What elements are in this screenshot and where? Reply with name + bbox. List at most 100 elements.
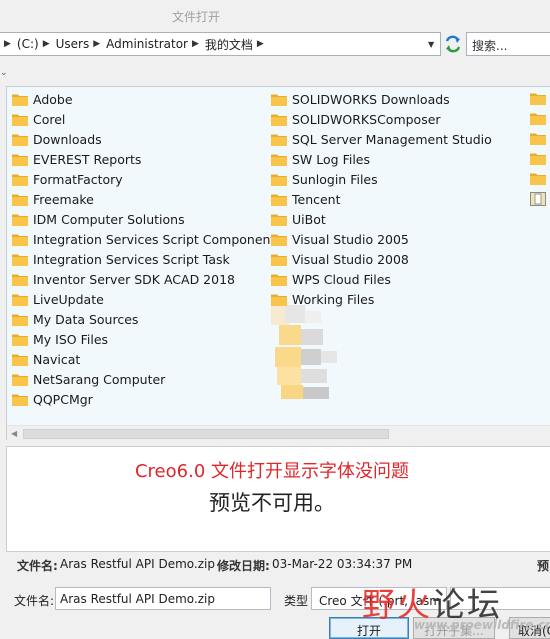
folder-label: Visual Studio 2005	[292, 231, 409, 247]
folder-item[interactable]: SW Log Files	[271, 149, 370, 169]
title-bar: 文件打开	[0, 0, 550, 30]
details-extra: 预	[537, 559, 550, 573]
folder-item[interactable]: Corel	[12, 109, 65, 129]
address-row: ▶ (C:) ▶ Users ▶ Administrator ▶ 我的文档 ▶ …	[0, 32, 550, 56]
folder-item[interactable]: Inventor Server SDK ACAD 2018	[12, 269, 235, 289]
scrollbar-thumb[interactable]	[23, 429, 389, 439]
folder-label: Integration Services Script Component	[33, 231, 276, 247]
folder-icon	[12, 293, 28, 306]
refresh-icon[interactable]	[444, 34, 462, 54]
folder-item[interactable]: NetSarang Computer	[12, 369, 165, 389]
folder-label: SQL Server Management Studio	[292, 131, 492, 147]
folder-item[interactable]: Working Files	[271, 289, 374, 309]
folder-icon	[271, 133, 287, 146]
preview-pane: Creo6.0 文件打开显示字体没问题 预览不可用。	[6, 446, 550, 552]
folder-icon	[12, 313, 28, 326]
file-details: 文件名: Aras Restful API Demo.zip 修改日期: 03-…	[0, 556, 550, 574]
folder-item[interactable]: SQL Server Management Studio	[271, 129, 492, 149]
folder-item[interactable]: FormatFactory	[12, 169, 123, 189]
folder-label: SW Log Files	[292, 151, 370, 167]
folder-item[interactable]: Integration Services Script Task	[12, 249, 230, 269]
folder-icon	[12, 193, 28, 206]
folder-label: SOLIDWORKSComposer	[292, 111, 441, 127]
file-list-items: Adobe Corel Downloads EVEREST Reports Format…	[7, 87, 550, 425]
folder-icon	[271, 213, 287, 226]
blurred-region	[271, 303, 341, 403]
scroll-left-icon[interactable]: ◀	[11, 429, 17, 438]
folder-item[interactable]: Tencent	[271, 189, 341, 209]
folder-item[interactable]: Visual Studio 2008	[271, 249, 409, 269]
folder-icon	[12, 233, 28, 246]
folder-item[interactable]: My Data Sources	[12, 309, 138, 329]
folder-icon[interactable]	[530, 132, 546, 148]
folder-label: SOLIDWORKS Downloads	[292, 91, 450, 107]
folder-item[interactable]: QQPCMgr	[12, 389, 93, 409]
folder-item[interactable]: Sunlogin Files	[271, 169, 378, 189]
folder-icon	[271, 113, 287, 126]
folder-label: LiveUpdate	[33, 291, 104, 307]
breadcrumb-chevron-icon[interactable]: ▶	[4, 39, 11, 49]
horizontal-scrollbar[interactable]: ◀	[7, 425, 550, 441]
folder-label: Navicat	[33, 351, 81, 367]
folder-item[interactable]: Visual Studio 2005	[271, 229, 409, 249]
folder-icon	[12, 173, 28, 186]
breadcrumb-users[interactable]: Users	[56, 37, 90, 51]
folder-label: Adobe	[33, 91, 73, 107]
breadcrumb-separator-icon[interactable]: ▶	[192, 39, 199, 49]
folder-item[interactable]: Adobe	[12, 89, 73, 109]
document-folder-icon[interactable]	[530, 192, 546, 209]
breadcrumb-documents[interactable]: 我的文档	[205, 36, 253, 53]
folder-label: FormatFactory	[33, 171, 123, 187]
folder-icon	[271, 293, 287, 306]
details-name-label: 文件名:	[17, 559, 58, 573]
breadcrumb-separator-icon[interactable]: ▶	[257, 39, 264, 49]
folder-icon	[12, 113, 28, 126]
expand-chevron-icon[interactable]: ⌄	[0, 68, 8, 78]
preview-annotation: Creo6.0 文件打开显示字体没问题	[134, 461, 409, 482]
folder-icon	[12, 273, 28, 286]
folder-icon[interactable]	[530, 172, 546, 188]
folder-icon[interactable]	[530, 112, 546, 128]
folder-label: Corel	[33, 111, 66, 127]
breadcrumb-administrator[interactable]: Administrator	[106, 37, 188, 51]
folder-item[interactable]: SOLIDWORKS Downloads	[271, 89, 450, 109]
folder-icon[interactable]	[530, 92, 546, 108]
filename-input[interactable]: Aras Restful API Demo.zip	[55, 587, 271, 610]
folder-label: My Data Sources	[33, 311, 139, 327]
file-list[interactable]: Adobe Corel Downloads EVEREST Reports Format…	[6, 86, 550, 441]
folder-item[interactable]: Navicat	[12, 349, 80, 369]
folder-item[interactable]: My ISO Files	[12, 329, 108, 349]
folder-label: Inventor Server SDK ACAD 2018	[33, 271, 235, 287]
breadcrumb-separator-icon[interactable]: ▶	[43, 39, 50, 49]
folder-label: Downloads	[33, 131, 102, 147]
preview-message: 预览不可用。	[209, 491, 335, 515]
folder-icon	[271, 253, 287, 266]
folder-item[interactable]: Integration Services Script Component	[12, 229, 275, 249]
breadcrumb-drive[interactable]: (C:)	[17, 37, 39, 51]
folder-item[interactable]: WPS Cloud Files	[271, 269, 391, 289]
search-input[interactable]: 搜索...	[466, 32, 550, 56]
address-dropdown-icon[interactable]: ▼	[428, 40, 434, 49]
folder-item[interactable]: Freemake	[12, 189, 94, 209]
folder-icon	[271, 173, 287, 186]
folder-item[interactable]: EVEREST Reports	[12, 149, 141, 169]
folder-icon	[12, 373, 28, 386]
folder-item[interactable]: SOLIDWORKSComposer	[271, 109, 441, 129]
folder-icon	[12, 253, 28, 266]
folder-item[interactable]: LiveUpdate	[12, 289, 104, 309]
folder-icon	[271, 273, 287, 286]
folder-item[interactable]: Downloads	[12, 129, 102, 149]
folder-icon	[271, 233, 287, 246]
folder-icon[interactable]	[530, 152, 546, 168]
watermark-url: www.proewildfire.cn	[414, 618, 550, 632]
address-bar[interactable]: ▶ (C:) ▶ Users ▶ Administrator ▶ 我的文档 ▶ …	[0, 32, 441, 56]
folder-label: QQPCMgr	[33, 391, 93, 407]
breadcrumb-separator-icon[interactable]: ▶	[93, 39, 100, 49]
folder-icon	[12, 333, 28, 346]
folder-item[interactable]: UiBot	[271, 209, 326, 229]
folder-label: NetSarang Computer	[33, 371, 166, 387]
folder-icon	[12, 133, 28, 146]
folder-item[interactable]: IDM Computer Solutions	[12, 209, 185, 229]
details-modified-value: 03-Mar-22 03:34:37 PM	[272, 557, 413, 571]
window-title: 文件打开	[172, 10, 221, 24]
